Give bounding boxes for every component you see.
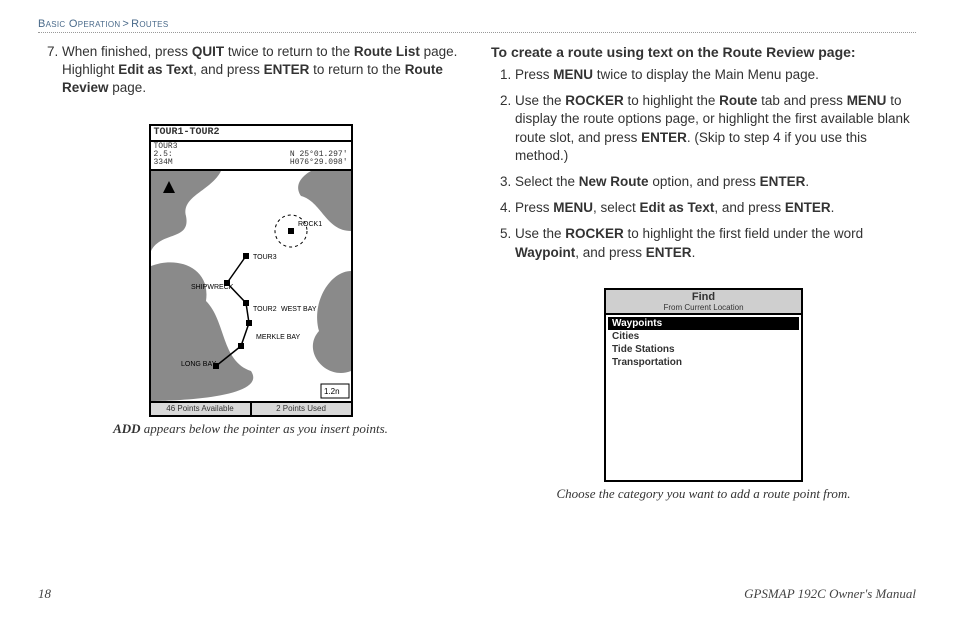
breadcrumb-a: Basic Operation xyxy=(38,18,120,30)
divider xyxy=(38,32,916,33)
left-column: When finished, press QUIT twice to retur… xyxy=(38,43,463,502)
find-list: Waypoints Cities Tide Stations Transport… xyxy=(606,315,801,371)
right-step-5: Use the ROCKER to highlight the first fi… xyxy=(515,225,916,261)
label-tour3: TOUR3 xyxy=(253,254,277,261)
label-westbay: WEST BAY xyxy=(281,306,317,313)
map-device: TOUR1-TOUR2 TOUR3 2.5: 334M N 25°01.297'… xyxy=(149,124,353,417)
left-step-7: When finished, press QUIT twice to retur… xyxy=(62,43,463,98)
label-merklebay: MERKLE BAY xyxy=(256,334,301,341)
find-device: Find From Current Location Waypoints Cit… xyxy=(604,288,803,482)
right-caption: Choose the category you want to add a ro… xyxy=(491,486,916,502)
list-item-transport[interactable]: Transportation xyxy=(608,356,799,369)
foot-right: 2 Points Used xyxy=(250,403,351,415)
foot-left: 46 Points Available xyxy=(151,403,250,415)
left-figure: TOUR1-TOUR2 TOUR3 2.5: 334M N 25°01.297'… xyxy=(38,124,463,437)
right-figure: Find From Current Location Waypoints Cit… xyxy=(491,288,916,502)
find-subtitle: From Current Location xyxy=(606,303,801,312)
list-item-waypoints[interactable]: Waypoints xyxy=(608,317,799,330)
right-step-3: Select the New Route option, and press E… xyxy=(515,173,916,191)
map-svg: ROCK1 TOUR3 SHIPWRECK xyxy=(151,171,351,401)
right-step-1: Press MENU twice to display the Main Men… xyxy=(515,66,916,84)
device-subbar: TOUR3 2.5: 334M N 25°01.297' H076°29.098… xyxy=(151,142,351,171)
right-step-2: Use the ROCKER to highlight the Route ta… xyxy=(515,92,916,165)
label-shipwreck: SHIPWRECK xyxy=(191,284,234,291)
label-scale: 1.2n xyxy=(324,387,340,396)
label-tour2: TOUR2 xyxy=(253,306,277,313)
label-longbay: LONG BAY xyxy=(181,361,217,368)
label-rock1: ROCK1 xyxy=(298,221,322,228)
right-heading: To create a route using text on the Rout… xyxy=(491,43,916,62)
left-caption: ADD appears below the pointer as you ins… xyxy=(38,421,463,437)
find-title: Find xyxy=(606,291,801,303)
manual-title: GPSMAP 192C Owner's Manual xyxy=(744,586,916,602)
page-number: 18 xyxy=(38,586,51,602)
breadcrumb-b: Routes xyxy=(131,18,168,30)
list-item-tide[interactable]: Tide Stations xyxy=(608,343,799,356)
breadcrumb: Basic Operation>Routes xyxy=(38,18,916,30)
list-item-cities[interactable]: Cities xyxy=(608,330,799,343)
device-title: TOUR1-TOUR2 xyxy=(151,126,351,142)
page-footer: 18 GPSMAP 192C Owner's Manual xyxy=(38,586,916,602)
right-step-4: Press MENU, select Edit as Text, and pre… xyxy=(515,199,916,217)
right-column: To create a route using text on the Rout… xyxy=(491,43,916,502)
